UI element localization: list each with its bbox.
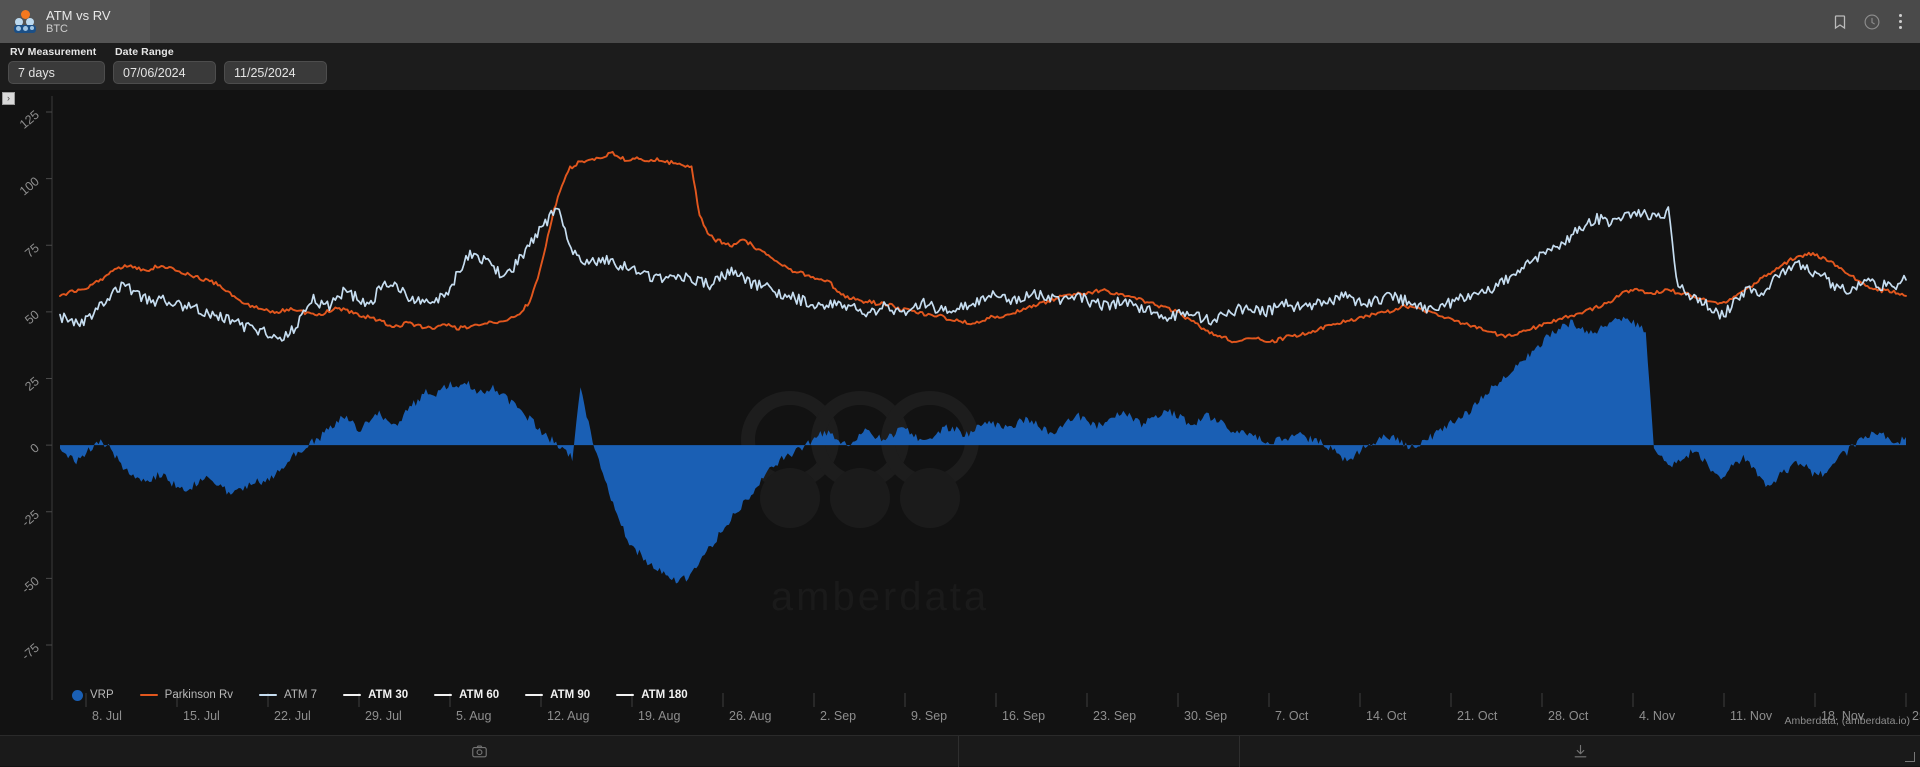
legend-label: ATM 90 (550, 689, 590, 701)
resize-grip[interactable] (1905, 752, 1915, 762)
download-icon[interactable] (1572, 743, 1589, 760)
svg-text:50: 50 (22, 307, 42, 327)
attribution-text: Amberdata, (amberdata.io) (1785, 715, 1910, 727)
svg-text:28. Oct: 28. Oct (1548, 709, 1589, 723)
svg-text:26. Aug: 26. Aug (729, 709, 771, 723)
svg-text:75: 75 (22, 241, 42, 261)
bottom-toolbar (0, 735, 1920, 766)
svg-text:12. Aug: 12. Aug (547, 709, 589, 723)
legend-item-atm-180[interactable]: ATM 180 (616, 689, 687, 701)
svg-text:21. Oct: 21. Oct (1457, 709, 1498, 723)
legend-marker-line (434, 694, 452, 697)
legend-label: ATM 180 (641, 689, 687, 701)
plot-area[interactable]: amberdata 125 100 75 50 25 0 -25 -50 -75 8. Jul 15… (0, 90, 1920, 735)
chart-legend: VRP Parkinson Rv ATM 7 ATM 30 ATM 60 ATM 90 AT… (72, 689, 688, 701)
svg-text:7. Oct: 7. Oct (1275, 709, 1309, 723)
legend-marker-dot (72, 690, 83, 701)
date-range-group: Date Range 07/06/2024 11/25/2024 (113, 46, 327, 84)
bookmark-icon[interactable] (1831, 13, 1849, 31)
legend-item-atm-30[interactable]: ATM 30 (343, 689, 408, 701)
legend-item-atm-7[interactable]: ATM 7 (259, 689, 317, 701)
chart-panel: › amberdata 1251007550250-25-50-758. Jul… (0, 90, 1920, 735)
svg-text:-75: -75 (19, 641, 42, 663)
svg-text:amberdata: amberdata (771, 575, 989, 619)
legend-label: Parkinson Rv (165, 689, 233, 701)
date-range-label: Date Range (113, 46, 327, 58)
legend-label: ATM 7 (284, 689, 317, 701)
legend-marker-line (343, 694, 361, 697)
titlebar-actions (1831, 12, 1920, 31)
window-title-bar: ATM vs RV BTC (0, 0, 1920, 43)
legend-label: VRP (90, 689, 114, 701)
camera-icon[interactable] (471, 743, 488, 760)
amberdata-logo-icon (12, 9, 38, 35)
legend-item-atm-60[interactable]: ATM 60 (434, 689, 499, 701)
svg-text:-50: -50 (19, 574, 42, 596)
svg-text:23. Sep: 23. Sep (1093, 709, 1136, 723)
bottom-cell-download[interactable] (1240, 736, 1920, 767)
svg-text:100: 100 (17, 174, 42, 198)
kebab-menu-icon[interactable] (1895, 12, 1906, 31)
svg-text:25. Nov: 25. Nov (1912, 709, 1920, 723)
svg-text:4. Nov: 4. Nov (1639, 709, 1676, 723)
svg-text:14. Oct: 14. Oct (1366, 709, 1407, 723)
date-range-end-input[interactable]: 11/25/2024 (224, 61, 327, 84)
legend-marker-line (525, 694, 543, 697)
rv-measurement-group: RV Measurement 7 days (8, 46, 105, 84)
svg-text:25: 25 (22, 374, 42, 394)
svg-text:29. Jul: 29. Jul (365, 709, 402, 723)
svg-text:30. Sep: 30. Sep (1184, 709, 1227, 723)
legend-marker-line (259, 694, 277, 697)
bottom-cell-camera[interactable] (0, 736, 958, 767)
page-subtitle: BTC (46, 23, 111, 36)
series-area-vrp (60, 317, 1906, 584)
rv-measurement-label: RV Measurement (8, 46, 105, 58)
svg-text:15. Jul: 15. Jul (183, 709, 220, 723)
svg-text:16. Sep: 16. Sep (1002, 709, 1045, 723)
svg-text:2. Sep: 2. Sep (820, 709, 856, 723)
bottom-cell-blank (959, 736, 1239, 767)
legend-item-vrp[interactable]: VRP (72, 689, 114, 701)
rv-measurement-input[interactable]: 7 days (8, 61, 105, 84)
chart-title-card[interactable]: ATM vs RV BTC (0, 0, 150, 43)
legend-label: ATM 60 (459, 689, 499, 701)
legend-marker-line (140, 694, 158, 697)
svg-text:125: 125 (17, 108, 42, 132)
date-range-start-input[interactable]: 07/06/2024 (113, 61, 216, 84)
plot-svg: amberdata 125 100 75 50 25 0 -25 -50 -75 8. Jul 15… (0, 90, 1920, 735)
svg-text:5. Aug: 5. Aug (456, 709, 491, 723)
page-title: ATM vs RV (46, 8, 111, 23)
info-circle-icon[interactable] (1863, 13, 1881, 31)
controls-bar: RV Measurement 7 days Date Range 07/06/2… (0, 43, 1920, 90)
data-series (60, 152, 1906, 584)
svg-text:22. Jul: 22. Jul (274, 709, 311, 723)
legend-marker-line (616, 694, 634, 697)
legend-item-atm-90[interactable]: ATM 90 (525, 689, 590, 701)
svg-text:11. Nov: 11. Nov (1730, 709, 1773, 723)
svg-text:19. Aug: 19. Aug (638, 709, 680, 723)
legend-item-parkinson-rv[interactable]: Parkinson Rv (140, 689, 233, 701)
svg-text:9. Sep: 9. Sep (911, 709, 947, 723)
svg-text:8. Jul: 8. Jul (92, 709, 122, 723)
svg-text:0: 0 (28, 441, 42, 456)
series-line-parkinson-rv (60, 152, 1906, 343)
svg-text:-25: -25 (19, 507, 42, 529)
legend-label: ATM 30 (368, 689, 408, 701)
